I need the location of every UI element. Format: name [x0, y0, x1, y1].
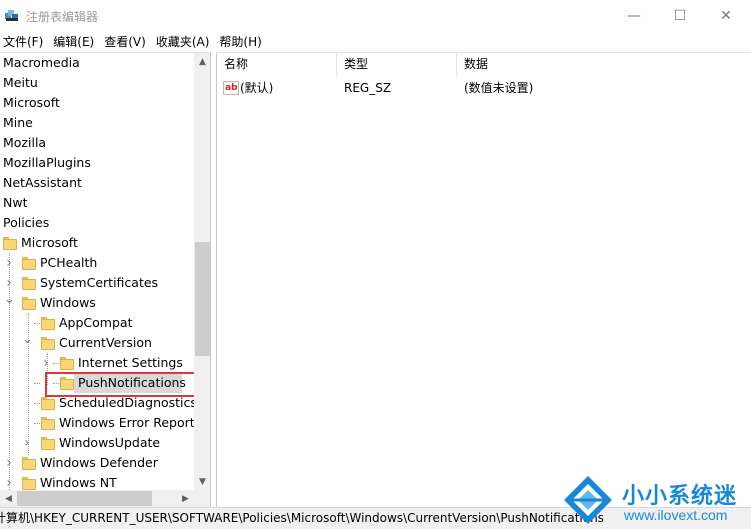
scroll-down-arrow-icon[interactable]: ▼ — [194, 473, 210, 490]
folder-icon — [22, 257, 36, 270]
folder-icon — [60, 377, 74, 390]
value-data: (数值未设置) — [464, 81, 534, 95]
horizontal-scroll-thumb[interactable] — [17, 491, 152, 506]
value-name: (默认) — [240, 81, 274, 95]
folder-icon — [41, 397, 55, 410]
registry-path: 计算机\HKEY_CURRENT_USER\SOFTWARE\Policies\… — [0, 511, 604, 525]
tree-item[interactable]: › SystemCertificates — [0, 273, 195, 293]
folder-icon — [22, 277, 36, 290]
folder-icon — [22, 477, 36, 490]
tree-item[interactable]: ScheduledDiagnostics — [0, 393, 197, 413]
tree-item[interactable]: › WindowsUpdate — [0, 433, 195, 453]
close-button[interactable]: ✕ — [703, 0, 749, 31]
watermark-logo-icon — [564, 476, 612, 524]
collapse-arrow-icon[interactable]: ⌄ — [22, 333, 33, 353]
tree-item[interactable]: AppCompat — [0, 313, 195, 333]
tree-item[interactable]: Microsoft — [0, 93, 195, 113]
tree-item-label: AppCompat — [59, 315, 133, 330]
tree-item-label: CurrentVersion — [59, 335, 152, 350]
maximize-button[interactable]: ☐ — [657, 0, 703, 31]
tree-item-label: Internet Settings — [78, 355, 183, 370]
expand-arrow-icon[interactable]: › — [4, 253, 14, 273]
tree-item[interactable]: MozillaPlugins — [0, 153, 195, 173]
tree-item-label: Windows — [40, 295, 96, 310]
watermark-url: www.ilovext.com — [624, 507, 728, 523]
menu-help[interactable]: 帮助(H) — [215, 33, 267, 50]
tree-item-label: WindowsUpdate — [59, 435, 161, 450]
tree-item[interactable]: Macromedia — [0, 53, 195, 73]
tree-item-label: Windows Defender — [40, 455, 158, 470]
tree-item[interactable]: › PCHealth — [0, 253, 195, 273]
registry-value-row[interactable]: ab (默认) REG_SZ (数值未设置) — [217, 78, 751, 98]
tree-item-label: SystemCertificates — [40, 275, 159, 290]
folder-icon — [22, 457, 36, 470]
expand-arrow-icon[interactable]: › — [4, 453, 14, 473]
folder-icon — [60, 357, 74, 370]
scrollbar-corner — [194, 490, 210, 507]
column-header-type[interactable]: 类型 — [337, 53, 457, 77]
tree-item-label: Policies — [3, 215, 50, 230]
value-type: REG_SZ — [344, 81, 392, 95]
tree-item-label: Nwt — [3, 195, 28, 210]
vertical-scroll-thumb[interactable] — [195, 242, 210, 356]
tree-item[interactable]: ⌄ Windows — [0, 293, 195, 313]
watermark: 小小系统迷 www.ilovext.com — [560, 472, 751, 529]
tree-item-label: ScheduledDiagnostics — [59, 395, 197, 410]
tree-item[interactable]: Nwt — [0, 193, 195, 213]
expand-arrow-icon[interactable]: › — [4, 273, 14, 293]
tree-item-label: MozillaPlugins — [3, 155, 91, 170]
tree-horizontal-scrollbar[interactable]: ◀ ▶ — [0, 490, 194, 507]
scroll-right-arrow-icon[interactable]: ▶ — [177, 490, 194, 507]
folder-icon — [3, 237, 17, 250]
tree-item-label: PushNotifications — [78, 375, 186, 390]
tree-item[interactable]: Policies — [0, 213, 195, 233]
tree-item[interactable]: Meitu — [0, 73, 195, 93]
tree-item-label: PCHealth — [40, 255, 98, 270]
regedit-app-icon — [4, 7, 20, 23]
folder-icon — [41, 437, 55, 450]
tree-item-label: NetAssistant — [3, 175, 82, 190]
column-header-name[interactable]: 名称 — [217, 53, 337, 77]
tree-item[interactable]: NetAssistant — [0, 173, 195, 193]
tree-item-selected[interactable]: PushNotifications — [0, 373, 195, 393]
menu-view[interactable]: 查看(V) — [100, 33, 152, 50]
tree-item-label: Mozilla — [3, 135, 47, 150]
tree-item-label: Microsoft — [3, 95, 60, 110]
folder-icon — [41, 337, 55, 350]
watermark-brand: 小小系统迷 — [622, 484, 738, 509]
tree-item[interactable]: Microsoft — [0, 233, 195, 253]
expand-arrow-icon[interactable]: › — [41, 353, 51, 373]
tree-item[interactable]: ⌄ CurrentVersion — [0, 333, 195, 353]
window-title: 注册表编辑器 — [26, 10, 99, 24]
collapse-arrow-icon[interactable]: ⌄ — [4, 293, 15, 313]
registry-tree-pane[interactable]: Macromedia Meitu Microsoft Mine Mozilla Mozil… — [0, 52, 211, 507]
folder-icon — [41, 417, 55, 430]
menu-favorites[interactable]: 收藏夹(A) — [152, 33, 216, 50]
string-value-icon: ab — [223, 81, 239, 95]
minimize-button[interactable]: — — [611, 0, 657, 31]
menu-edit[interactable]: 编辑(E) — [49, 33, 100, 50]
menu-file[interactable]: 文件(F) — [0, 33, 49, 50]
expand-arrow-icon[interactable]: › — [22, 433, 32, 453]
folder-icon — [22, 297, 36, 310]
registry-values-pane[interactable]: 名称 类型 数据 ab (默认) REG_SZ (数值未设置) — [216, 52, 751, 507]
tree-item[interactable]: Mine — [0, 113, 195, 133]
scroll-left-arrow-icon[interactable]: ◀ — [0, 490, 17, 507]
scroll-up-arrow-icon[interactable]: ▲ — [194, 53, 210, 70]
tree-item[interactable]: Mozilla — [0, 133, 195, 153]
tree-item-label: Mine — [3, 115, 33, 130]
title-bar: 注册表编辑器 — ☐ ✕ — [0, 0, 751, 31]
menu-bar: 文件(F) 编辑(E) 查看(V) 收藏夹(A) 帮助(H) — [0, 31, 751, 51]
tree-item-label: Macromedia — [3, 55, 80, 70]
tree-item-label: Meitu — [3, 75, 38, 90]
tree-item[interactable]: › Internet Settings — [0, 353, 195, 373]
tree-vertical-scrollbar[interactable]: ▲ ▼ — [194, 53, 210, 490]
tree-item[interactable]: › Windows Defender — [0, 453, 195, 473]
tree-item[interactable]: Windows Error Reporti — [0, 413, 199, 433]
tree-item-label: Windows Error Reporti — [59, 415, 199, 430]
column-header-data[interactable]: 数据 — [457, 53, 751, 77]
tree-item-label: Microsoft — [21, 235, 78, 250]
folder-icon — [41, 317, 55, 330]
